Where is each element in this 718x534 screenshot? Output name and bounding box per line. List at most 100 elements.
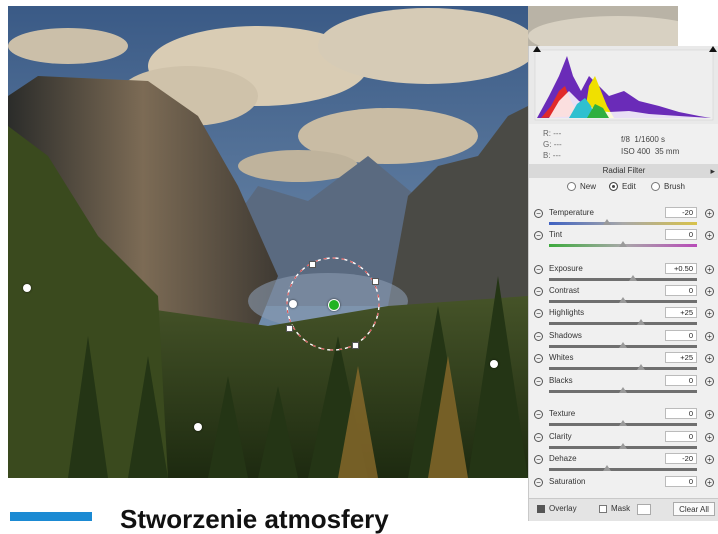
slider-clarity: − Clarity 0 + xyxy=(529,431,718,453)
slider-value-input[interactable]: +25 xyxy=(665,307,697,318)
slider-thumb[interactable] xyxy=(637,364,645,370)
plus-icon[interactable]: + xyxy=(705,231,714,240)
plus-icon[interactable]: + xyxy=(705,410,714,419)
filter-handle[interactable] xyxy=(352,342,359,349)
mode-new[interactable]: New xyxy=(567,182,596,191)
minus-icon[interactable]: − xyxy=(534,332,543,341)
minus-icon[interactable]: − xyxy=(534,354,543,363)
tool-title: Radial Filter xyxy=(602,166,646,175)
slider-thumb[interactable] xyxy=(603,219,611,225)
slider-track[interactable] xyxy=(549,468,697,471)
slider-dehaze: − Dehaze -20 + xyxy=(529,453,718,475)
plus-icon[interactable]: + xyxy=(705,287,714,296)
filter-pin[interactable] xyxy=(23,284,31,292)
mode-brush[interactable]: Brush xyxy=(651,182,685,191)
mode-edit[interactable]: Edit xyxy=(609,182,636,191)
highlight-clipping-icon[interactable] xyxy=(709,46,717,52)
slider-value-input[interactable]: +25 xyxy=(665,352,697,363)
minus-icon[interactable]: − xyxy=(534,455,543,464)
r-value: --- xyxy=(553,129,562,138)
minus-icon[interactable]: − xyxy=(534,209,543,218)
slider-thumb[interactable] xyxy=(619,297,627,303)
article-heading: Stworzenie atmosfery xyxy=(120,504,389,534)
slider-value-input[interactable]: 0 xyxy=(665,375,697,386)
slider-value-input[interactable]: +0.50 xyxy=(665,263,697,274)
slider-thumb[interactable] xyxy=(619,443,627,449)
plus-icon[interactable]: + xyxy=(705,309,714,318)
mask-label: Mask xyxy=(611,504,631,513)
minus-icon[interactable]: − xyxy=(534,287,543,296)
slider-track[interactable] xyxy=(549,367,697,370)
slider-value-input[interactable]: 0 xyxy=(665,408,697,419)
overlay-checkbox[interactable] xyxy=(537,505,545,513)
g-label: G: xyxy=(543,140,552,149)
filter-pin[interactable] xyxy=(490,360,498,368)
minus-icon[interactable]: − xyxy=(534,478,543,487)
filter-handle[interactable] xyxy=(372,278,379,285)
clear-all-button[interactable]: Clear All xyxy=(673,502,715,516)
minus-icon[interactable]: − xyxy=(534,410,543,419)
filter-handle[interactable] xyxy=(309,261,316,268)
filter-edge-pin[interactable] xyxy=(289,300,297,308)
slider-value-input[interactable]: 0 xyxy=(665,476,697,487)
slider-thumb[interactable] xyxy=(637,319,645,325)
slider-value-input[interactable]: 0 xyxy=(665,330,697,341)
mode-brush-label: Brush xyxy=(664,182,685,191)
slider-label: Texture xyxy=(549,409,576,418)
radio-selected-icon[interactable] xyxy=(609,182,618,191)
minus-icon[interactable]: − xyxy=(534,309,543,318)
filter-handle[interactable] xyxy=(286,325,293,332)
slider-thumb[interactable] xyxy=(619,387,627,393)
mode-selector: New Edit Brush xyxy=(529,180,718,196)
radial-filter-panel: R: --- G: --- B: --- f/8 1/1600 s ISO 40… xyxy=(528,46,718,521)
slider-label: Temperature xyxy=(549,208,594,217)
plus-icon[interactable]: + xyxy=(705,332,714,341)
plus-icon[interactable]: + xyxy=(705,478,714,487)
minus-icon[interactable]: − xyxy=(534,231,543,240)
radio-icon[interactable] xyxy=(567,182,576,191)
slider-label: Dehaze xyxy=(549,454,577,463)
landscape-photo xyxy=(8,6,528,478)
slider-label: Clarity xyxy=(549,432,572,441)
slider-track[interactable] xyxy=(549,222,697,225)
slider-value-input[interactable]: 0 xyxy=(665,229,697,240)
mode-edit-label: Edit xyxy=(622,182,636,191)
minus-icon[interactable]: − xyxy=(534,265,543,274)
slider-shadows: − Shadows 0 + xyxy=(529,330,718,352)
slider-thumb[interactable] xyxy=(619,342,627,348)
minus-icon[interactable]: − xyxy=(534,433,543,442)
slider-label: Shadows xyxy=(549,331,582,340)
slider-tint: − Tint 0 + xyxy=(529,229,718,251)
photo-preview[interactable] xyxy=(8,6,528,478)
slider-saturation: − Saturation 0 + xyxy=(529,476,718,498)
slider-value-input[interactable]: 0 xyxy=(665,285,697,296)
slider-thumb[interactable] xyxy=(619,420,627,426)
filter-pin[interactable] xyxy=(194,423,202,431)
plus-icon[interactable]: + xyxy=(705,354,714,363)
tool-title-bar: Radial Filter ▸ xyxy=(529,164,718,178)
slider-value-input[interactable]: -20 xyxy=(665,207,697,218)
active-filter-pin[interactable] xyxy=(328,299,340,311)
radio-icon[interactable] xyxy=(651,182,660,191)
slider-value-input[interactable]: -20 xyxy=(665,453,697,464)
plus-icon[interactable]: + xyxy=(705,455,714,464)
slider-value-input[interactable]: 0 xyxy=(665,431,697,442)
plus-icon[interactable]: + xyxy=(705,433,714,442)
slider-track[interactable] xyxy=(549,322,697,325)
slider-thumb[interactable] xyxy=(603,465,611,471)
slider-track[interactable] xyxy=(549,278,697,281)
slider-exposure: − Exposure +0.50 + xyxy=(529,263,718,285)
slider-label: Blacks xyxy=(549,376,573,385)
exposure-readout: f/8 1/1600 s ISO 400 35 mm xyxy=(621,134,679,158)
slider-thumb[interactable] xyxy=(619,241,627,247)
plus-icon[interactable]: + xyxy=(705,265,714,274)
mask-checkbox[interactable] xyxy=(599,505,607,513)
plus-icon[interactable]: + xyxy=(705,209,714,218)
mask-color-swatch[interactable] xyxy=(637,504,651,515)
rgb-readout: R: --- G: --- B: --- xyxy=(543,128,562,161)
slider-thumb[interactable] xyxy=(629,275,637,281)
panel-menu-icon[interactable]: ▸ xyxy=(710,164,715,178)
plus-icon[interactable]: + xyxy=(705,377,714,386)
minus-icon[interactable]: − xyxy=(534,377,543,386)
shadow-clipping-icon[interactable] xyxy=(533,46,541,52)
